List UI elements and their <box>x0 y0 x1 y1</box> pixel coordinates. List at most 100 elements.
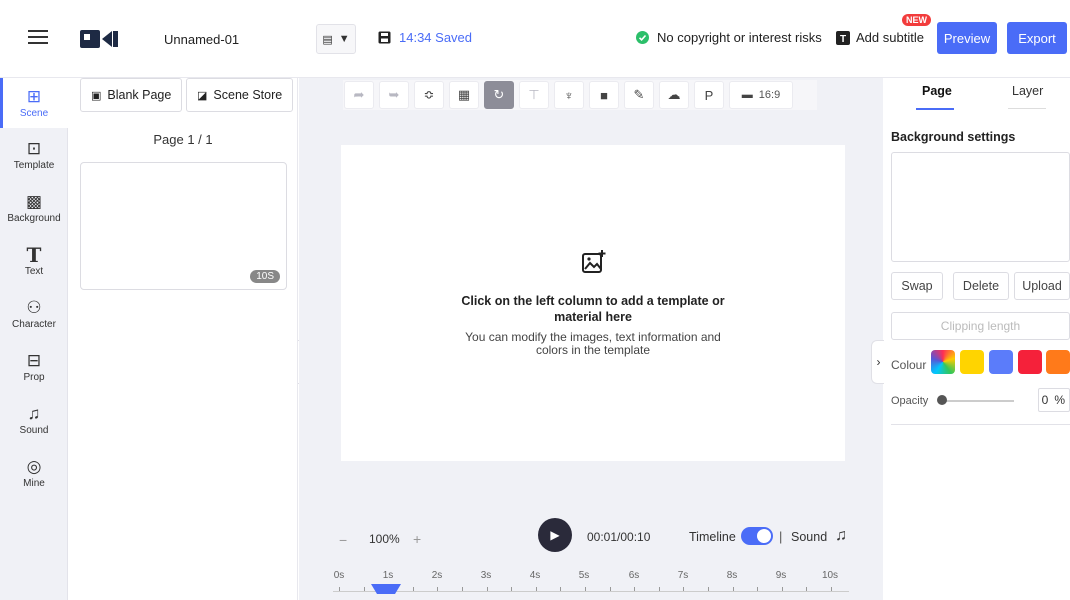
camera-button[interactable]: ■ <box>589 81 619 109</box>
scene-store-button[interactable]: ◪ Scene Store <box>186 78 294 112</box>
ruler-tick <box>511 587 513 591</box>
nav-item-scene[interactable]: ⊞ Scene <box>0 78 68 128</box>
blank-page-icon: ▣ <box>91 89 102 102</box>
ppt-button[interactable]: P <box>694 81 724 109</box>
sound-label: Sound <box>791 530 828 544</box>
mine-icon: ◎ <box>26 456 42 476</box>
opacity-slider-track[interactable] <box>940 400 1014 402</box>
ruler-tick <box>363 587 365 591</box>
ruler-tick <box>339 587 340 591</box>
upload-button[interactable]: Upload <box>1014 272 1070 300</box>
background-settings-title: Background settings <box>891 130 1016 144</box>
subtitle-icon: T <box>836 30 850 45</box>
background-preview[interactable] <box>891 152 1070 262</box>
microphone-icon: ♆ <box>564 87 574 103</box>
format-painter-button[interactable]: ⊤ <box>519 81 549 109</box>
hamburger-menu-icon[interactable] <box>28 30 48 46</box>
playhead[interactable] <box>371 584 401 594</box>
tab-layer[interactable]: Layer <box>1012 84 1043 98</box>
ruler-tick <box>535 587 537 591</box>
screen-icon: ▬ <box>741 89 753 101</box>
color-swatch-blue[interactable] <box>989 350 1013 374</box>
redo-button[interactable]: ➥ <box>379 81 409 109</box>
preview-button[interactable]: Preview <box>937 22 997 54</box>
nav-item-text[interactable]: T Text <box>0 236 68 286</box>
export-button[interactable]: Export <box>1007 22 1067 54</box>
camera-icon: ■ <box>600 87 608 103</box>
clipping-length-button[interactable]: Clipping length <box>891 312 1070 340</box>
nav-item-prop[interactable]: ⊟ Prop <box>0 342 68 392</box>
nav-label: Character <box>12 318 56 330</box>
ruler-tick-label: 9s <box>775 570 787 581</box>
opacity-input[interactable]: 0 % <box>1038 388 1070 412</box>
layers-button[interactable]: ≎ <box>414 81 444 109</box>
color-swatch-yellow[interactable] <box>960 350 984 374</box>
save-dropdown[interactable]: ▤ ▼ <box>316 24 356 54</box>
project-title[interactable]: Unnamed-01 <box>164 32 239 47</box>
ruler-tick <box>585 587 586 591</box>
nav-item-character[interactable]: ⚇ Character <box>0 289 68 339</box>
duration-badge: 10S <box>250 270 280 283</box>
zoom-level: 100% <box>369 532 400 546</box>
file-save-icon: ▤ <box>322 33 333 46</box>
add-subtitle-button[interactable]: T Add subtitle <box>836 30 924 45</box>
canvas[interactable]: Click on the left column to add a templa… <box>341 145 845 461</box>
canvas-subtext: You can modify the images, text informat… <box>465 330 721 357</box>
tab-page[interactable]: Page <box>922 84 952 98</box>
color-swatch-red[interactable] <box>1018 350 1042 374</box>
ruler-tick <box>634 587 636 591</box>
canvas-heading: Click on the left column to add a templa… <box>461 294 725 324</box>
music-note-icon[interactable]: ♫ <box>835 527 847 545</box>
color-swatch-orange[interactable] <box>1046 350 1070 374</box>
ruler-tick <box>831 587 832 591</box>
ruler-tick-label: 4s <box>529 570 541 581</box>
timeline-ruler[interactable]: 0s 1s 2s 3s 4s 5s 6s 7s 8s 9s 10s <box>299 568 883 600</box>
aspect-ratio-button[interactable]: ▬ 16:9 <box>729 81 793 109</box>
swap-button[interactable]: Swap <box>891 272 943 300</box>
left-nav: ⊞ Scene ⊡ Template ▩ Background T Text ⚇… <box>0 78 68 600</box>
blank-page-button[interactable]: ▣ Blank Page <box>80 78 183 112</box>
nav-label: Prop <box>23 371 45 383</box>
nav-label: Sound <box>19 424 49 436</box>
nav-item-background[interactable]: ▩ Background <box>0 183 68 233</box>
play-button[interactable]: ▶ <box>538 518 572 552</box>
undo-button[interactable]: ➦ <box>344 81 374 109</box>
cloud-button[interactable]: ☁ <box>659 81 689 109</box>
scene-thumbnail[interactable]: 10S <box>80 162 287 290</box>
ruler-tick <box>437 587 439 591</box>
grid-button[interactable]: ▦ <box>449 81 479 109</box>
magnet-button[interactable]: ↻ <box>484 81 514 109</box>
nav-item-mine[interactable]: ◎ Mine <box>0 448 68 498</box>
zoom-in-button[interactable]: + <box>413 531 421 547</box>
timeline-toggle[interactable] <box>741 527 773 545</box>
properties-panel: Page Layer Background settings Swap Dele… <box>884 78 1070 600</box>
app-logo-icon <box>80 30 118 48</box>
active-tab-indicator <box>916 108 954 110</box>
ruler-tick <box>486 587 488 591</box>
prop-icon: ⊟ <box>26 350 42 370</box>
cloud-icon: ☁ <box>667 87 681 102</box>
scene-icon: ⊞ <box>26 86 42 106</box>
color-picker-swatch[interactable] <box>931 350 955 374</box>
copyright-status: No copyright or interest risks <box>636 30 822 45</box>
template-icon: ⊡ <box>26 138 42 158</box>
collapse-right-panel-button[interactable]: › <box>871 340 885 384</box>
ruler-tick <box>609 587 611 591</box>
opacity-slider-handle[interactable] <box>937 395 947 405</box>
ruler-tick-label: 10s <box>821 570 839 581</box>
scene-panel: ▣ Blank Page ◪ Scene Store Page 1 / 1 10… <box>68 78 298 600</box>
floppy-disk-icon <box>378 31 391 44</box>
zoom-out-button[interactable]: − <box>339 532 347 548</box>
separator: | <box>779 529 783 544</box>
microphone-button[interactable]: ♆ <box>554 81 584 109</box>
delete-button[interactable]: Delete <box>953 272 1009 300</box>
ruler-line <box>333 591 849 592</box>
magnet-icon: ↻ <box>493 87 505 102</box>
nav-item-sound[interactable]: ♫ Sound <box>0 395 68 445</box>
new-badge: NEW <box>902 14 931 26</box>
nav-item-template[interactable]: ⊡ Template <box>0 130 68 180</box>
ruler-tick <box>806 587 808 591</box>
pen-button[interactable]: ✎ <box>624 81 654 109</box>
ruler-tick <box>412 587 414 591</box>
timeline-label: Timeline <box>689 530 736 544</box>
